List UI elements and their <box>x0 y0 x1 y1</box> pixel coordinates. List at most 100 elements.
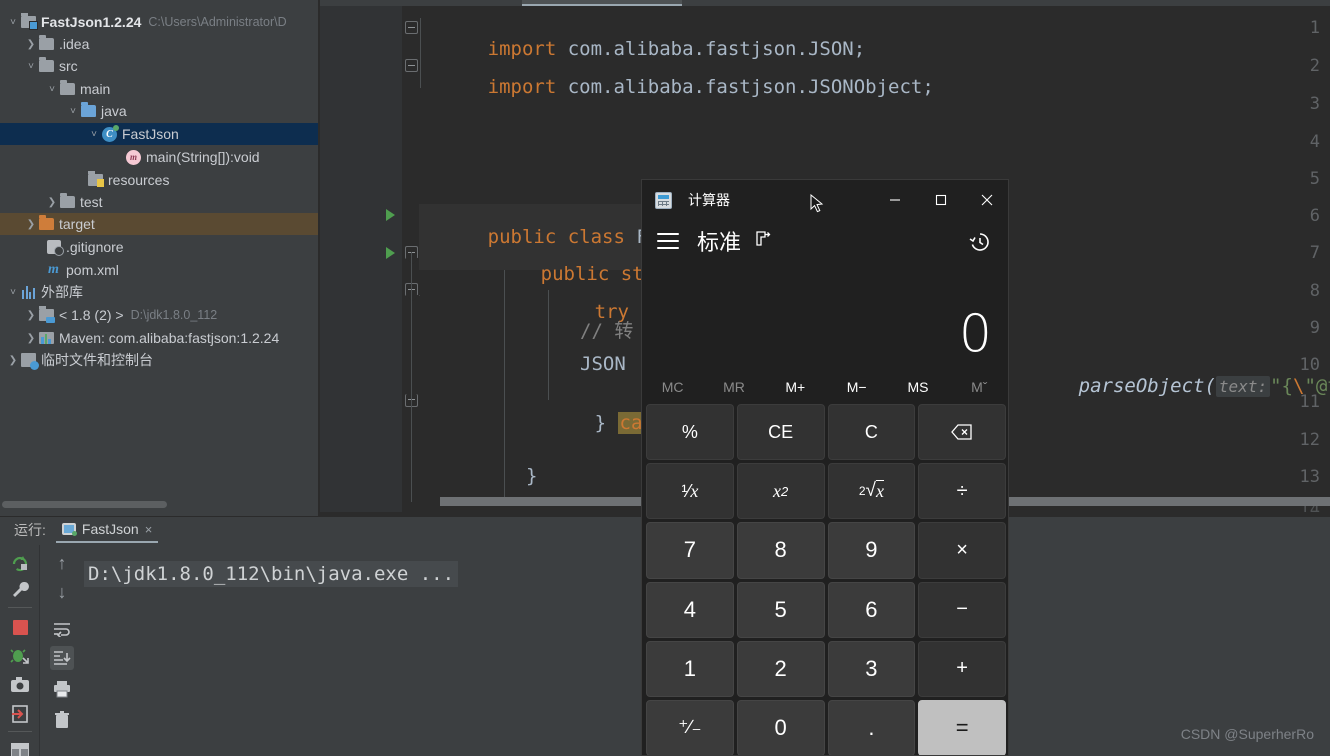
stop-icon[interactable] <box>8 615 32 639</box>
close-icon[interactable]: × <box>145 522 153 537</box>
run-tab-fastjson[interactable]: FastJson × <box>55 517 159 543</box>
code-line-2: import com.alibaba.fastjson.JSONObject; <box>419 54 934 120</box>
tree-row-main[interactable]: ˅ main <box>0 78 318 100</box>
tree-row-maven-library[interactable]: ❯ Maven: com.alibaba:fastjson:1.2.24 <box>0 327 318 349</box>
negate-button[interactable]: ⁺∕₋ <box>646 699 734 755</box>
rerun-icon[interactable] <box>8 551 32 575</box>
keep-on-top-icon[interactable] <box>755 230 772 252</box>
jdk-icon <box>38 304 55 326</box>
memory-clear-button[interactable]: MC <box>642 379 703 395</box>
debug-icon[interactable] <box>8 644 32 668</box>
close-button[interactable] <box>964 180 1008 220</box>
memory-list-button[interactable]: Mˇ <box>949 379 1008 395</box>
calculator-nav-row: 标准 <box>642 220 1008 262</box>
calculator-window[interactable]: 计算器 标准 0 MC MR M+ M− MS Mˇ % CE C ¹⁄x x … <box>641 179 1009 756</box>
eight-button[interactable]: 8 <box>736 522 825 579</box>
reciprocal-button[interactable]: ¹⁄x <box>646 463 734 520</box>
six-button[interactable]: 6 <box>827 581 916 638</box>
square-root-button[interactable]: 2 √ x <box>827 463 916 520</box>
folder-blue-icon <box>80 100 97 122</box>
chevron-right-icon[interactable]: ❯ <box>24 213 38 235</box>
three-button[interactable]: 3 <box>827 640 916 697</box>
chevron-down-icon[interactable]: ˅ <box>24 55 38 77</box>
chevron-down-icon[interactable]: ˅ <box>87 123 101 145</box>
code-line-13: } <box>526 465 538 487</box>
print-icon[interactable] <box>50 677 74 701</box>
chevron-right-icon[interactable]: ❯ <box>45 191 59 213</box>
memory-add-button[interactable]: M+ <box>765 379 826 395</box>
chevron-right-icon[interactable]: ❯ <box>24 304 38 326</box>
decimal-button[interactable]: . <box>827 699 916 755</box>
scroll-to-end-icon[interactable] <box>50 646 74 670</box>
five-button[interactable]: 5 <box>736 581 825 638</box>
tree-label: main(String[]):void <box>146 149 260 165</box>
tree-row-java[interactable]: ˅ java <box>0 100 318 122</box>
memory-recall-button[interactable]: MR <box>703 379 764 395</box>
tree-row-gitignore[interactable]: .gitignore <box>0 236 318 258</box>
tree-label: FastJson1.2.24 <box>41 14 142 30</box>
string-literal-rest: "@typ <box>1304 375 1330 397</box>
export-icon[interactable] <box>8 702 32 726</box>
tree-path: C:\Users\Administrator\D <box>148 15 287 29</box>
add-button[interactable]: + <box>918 640 1006 697</box>
fold-icon[interactable] <box>405 21 418 34</box>
chevron-down-icon[interactable]: ˅ <box>6 281 20 303</box>
camera-icon[interactable] <box>8 673 32 697</box>
tree-row-src[interactable]: ˅ src <box>0 55 318 77</box>
nine-button[interactable]: 9 <box>827 522 916 579</box>
memory-subtract-button[interactable]: M− <box>826 379 887 395</box>
chevron-right-icon[interactable]: ❯ <box>6 349 20 371</box>
square-button[interactable]: x2 <box>736 463 825 520</box>
backspace-button[interactable] <box>918 404 1006 461</box>
fold-icon[interactable] <box>405 59 418 72</box>
tree-row-resources[interactable]: resources <box>0 169 318 191</box>
tree-row-external-libraries[interactable]: ˅ 外部库 <box>0 281 318 303</box>
four-button[interactable]: 4 <box>646 581 734 638</box>
subtract-button[interactable]: − <box>918 581 1006 638</box>
scroll-up-icon[interactable]: ↑ <box>50 551 74 575</box>
clear-all-icon[interactable] <box>50 708 74 732</box>
tree-row-main-method[interactable]: m main(String[]):void <box>0 146 318 168</box>
run-class-gutter-icon[interactable] <box>386 209 395 221</box>
seven-button[interactable]: 7 <box>646 522 734 579</box>
tree-label: java <box>101 103 127 119</box>
tree-row-test[interactable]: ❯ test <box>0 191 318 213</box>
maximize-button[interactable] <box>918 180 964 220</box>
editor-gutter[interactable] <box>320 6 402 516</box>
two-button[interactable]: 2 <box>736 640 825 697</box>
tree-row-fastjson-module[interactable]: ˅ FastJson1.2.24 C:\Users\Administrator\… <box>0 11 318 33</box>
clear-entry-button[interactable]: CE <box>736 404 825 461</box>
chevron-down-icon[interactable]: ˅ <box>66 100 80 122</box>
settings-wrench-icon[interactable] <box>8 578 32 602</box>
tree-label: test <box>80 194 103 210</box>
minimize-button[interactable] <box>872 180 918 220</box>
run-method-gutter-icon[interactable] <box>386 247 395 259</box>
history-icon[interactable] <box>968 230 992 254</box>
zero-button[interactable]: 0 <box>736 699 825 755</box>
tree-row-target[interactable]: ❯ target <box>0 213 318 235</box>
editor-tab-fastjson-java[interactable] <box>522 0 682 6</box>
clear-button[interactable]: C <box>827 404 916 461</box>
tree-row-scratches-consoles[interactable]: ❯ 临时文件和控制台 <box>0 349 318 371</box>
equals-button[interactable]: = <box>918 699 1006 755</box>
chevron-right-icon[interactable]: ❯ <box>24 33 38 55</box>
divide-button[interactable]: ÷ <box>918 463 1006 520</box>
multiply-button[interactable]: × <box>918 522 1006 579</box>
percent-button[interactable]: % <box>646 404 734 461</box>
soft-wrap-icon[interactable] <box>50 617 74 641</box>
layout-icon[interactable] <box>8 738 32 756</box>
tree-row-idea[interactable]: ❯ .idea <box>0 33 318 55</box>
chevron-right-icon[interactable]: ❯ <box>24 327 38 349</box>
scroll-down-icon[interactable]: ↓ <box>50 580 74 604</box>
memory-store-button[interactable]: MS <box>887 379 948 395</box>
project-tree-horizontal-scrollbar[interactable] <box>2 501 167 508</box>
tree-row-pom-xml[interactable]: m pom.xml <box>0 259 318 281</box>
one-button[interactable]: 1 <box>646 640 734 697</box>
chevron-down-icon[interactable]: ˅ <box>6 11 20 33</box>
calculator-title-bar[interactable]: 计算器 <box>642 180 1008 220</box>
tree-row-jdk[interactable]: ❯ < 1.8 (2) > D:\jdk1.8.0_112 <box>0 304 318 326</box>
tree-row-fastjson-class[interactable]: ˅ C FastJson <box>0 123 318 145</box>
toolbar-divider <box>8 731 32 732</box>
menu-icon[interactable] <box>657 233 679 249</box>
chevron-down-icon[interactable]: ˅ <box>45 78 59 100</box>
